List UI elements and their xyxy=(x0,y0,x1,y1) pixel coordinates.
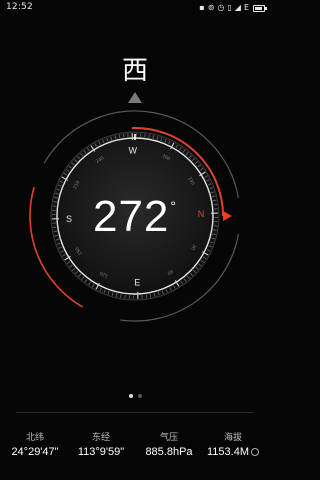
cardinal-w: W xyxy=(128,146,137,156)
latitude-value: 24°29'47" xyxy=(11,446,59,458)
heading-readout: 272° xyxy=(0,192,270,242)
top-marker-icon xyxy=(128,92,142,103)
altitude-label: 海拔 xyxy=(223,433,242,443)
signal-icon: ▪ xyxy=(199,3,205,12)
page-dot-2[interactable] xyxy=(137,394,142,398)
divider xyxy=(16,412,254,413)
longitude-item: 东经 113°9'59" xyxy=(66,430,136,458)
altitude-info-icon[interactable] xyxy=(251,448,259,456)
status-time: 12:52 xyxy=(6,2,33,12)
cellular-icon: ◢ xyxy=(234,3,241,12)
status-bar: 12:52 ▪ ⊚ ◷ ▯ ◢ E xyxy=(0,0,270,16)
location-info-row: 北纬 24°29'47" 东经 113°9'59" 气压 885.8hPa 海拔… xyxy=(0,430,270,460)
latitude-label: 北纬 xyxy=(25,433,44,443)
altitude-value: 1153.4M xyxy=(207,446,249,458)
battery-icon xyxy=(253,4,267,12)
page-indicator[interactable] xyxy=(0,394,270,398)
cardinal-e: E xyxy=(134,277,140,287)
pressure-value: 885.8hPa xyxy=(145,446,193,458)
direction-heading-char: 西 xyxy=(121,56,148,86)
degree-symbol: ° xyxy=(170,198,178,214)
alarm-icon: ◷ xyxy=(217,3,225,12)
altitude-item: 海拔 1153.4M xyxy=(196,430,270,458)
status-icons: ▪ ⊚ ◷ ▯ ◢ E xyxy=(199,2,267,14)
pressure-label: 气压 xyxy=(159,433,178,443)
longitude-value: 113°9'59" xyxy=(77,446,125,458)
network-icon: E xyxy=(243,3,249,12)
pressure-item: 气压 885.8hPa xyxy=(134,430,204,458)
vibrate-icon: ▯ xyxy=(227,3,232,12)
sync-icon: ⊚ xyxy=(207,3,215,12)
altitude-value-wrap: 1153.4M xyxy=(196,446,270,458)
latitude-item: 北纬 24°29'47" xyxy=(0,430,70,458)
longitude-label: 东经 xyxy=(91,433,110,443)
heading-value: 272 xyxy=(92,192,170,241)
page-dot-1[interactable] xyxy=(128,394,133,398)
